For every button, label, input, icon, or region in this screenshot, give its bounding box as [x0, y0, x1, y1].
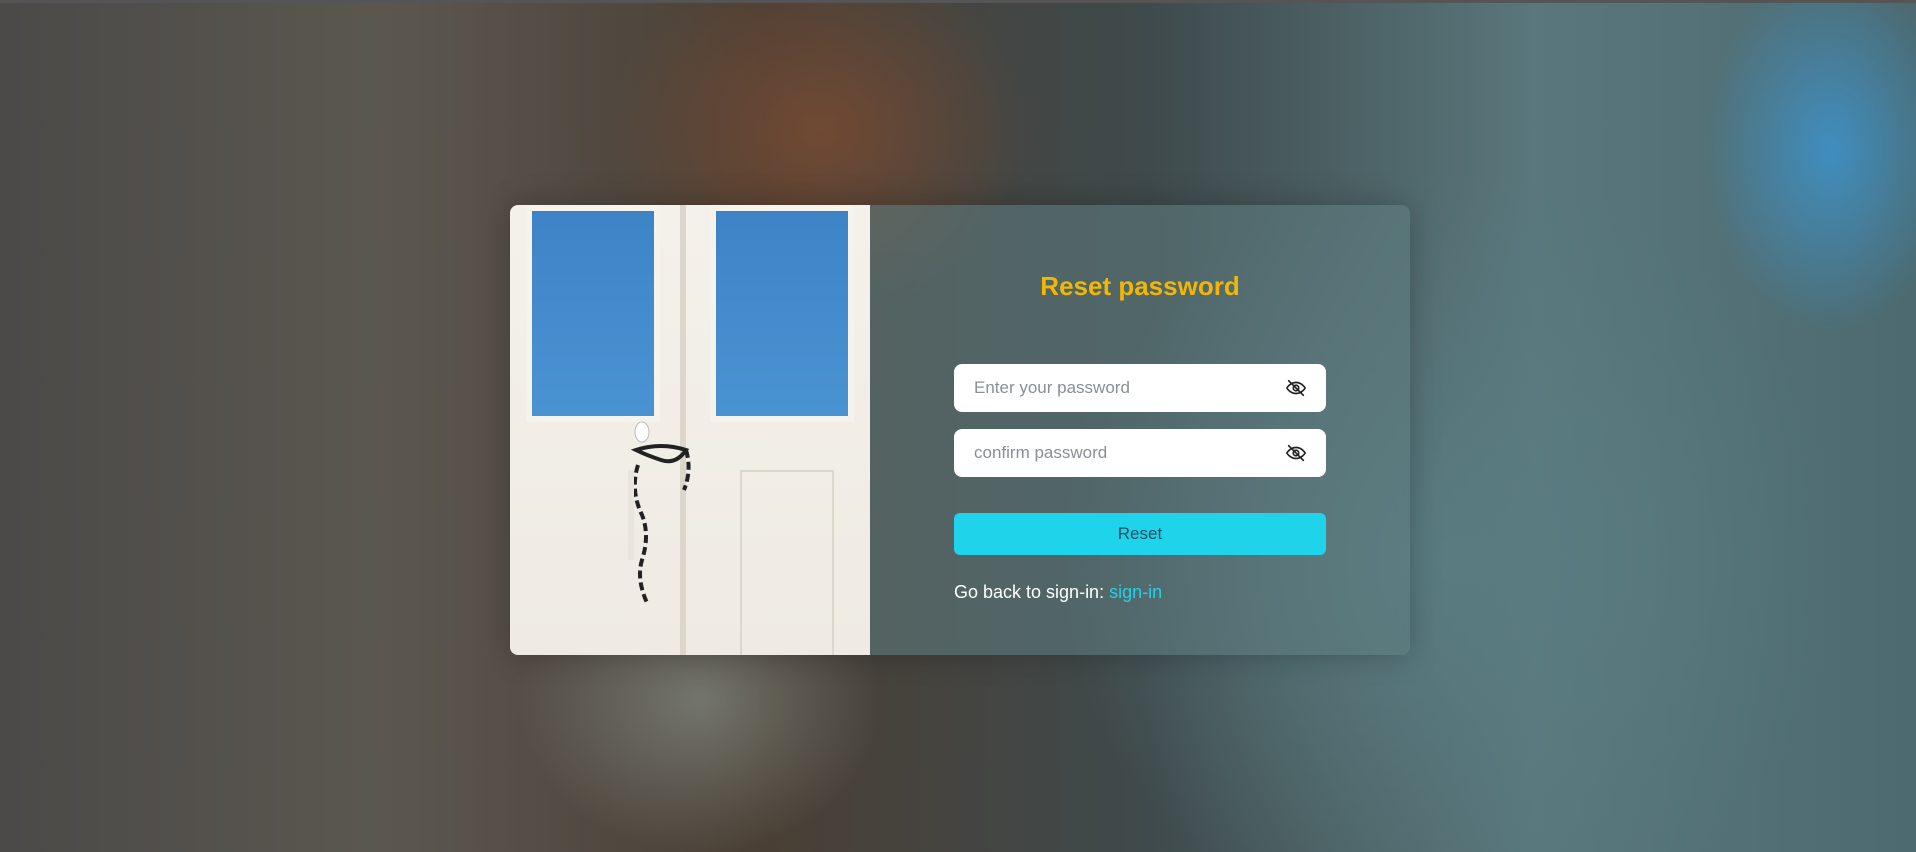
form-title: Reset password — [1040, 271, 1240, 301]
chain-lock-icon — [628, 421, 691, 606]
confirm-password-input[interactable] — [972, 442, 1284, 464]
password-field[interactable] — [954, 364, 1326, 412]
reset-password-card: Reset password Reset Go back to sign-in:… — [510, 205, 1410, 655]
back-text: Go back to sign-in: — [954, 582, 1110, 602]
reset-form: Reset password Reset Go back to sign-in:… — [870, 205, 1410, 655]
signin-link[interactable]: sign-in — [1109, 582, 1162, 602]
locked-door-image — [510, 205, 870, 655]
eye-off-icon[interactable] — [1284, 376, 1308, 400]
back-to-signin-row: Go back to sign-in: sign-in — [954, 582, 1162, 603]
door-panel — [740, 470, 834, 655]
top-border — [0, 0, 1916, 3]
eye-off-icon[interactable] — [1284, 441, 1308, 465]
door-window-right — [710, 205, 854, 422]
door-window-left — [526, 205, 660, 422]
reset-button[interactable]: Reset — [954, 513, 1326, 555]
confirm-password-field[interactable] — [954, 429, 1326, 477]
password-input[interactable] — [972, 377, 1284, 399]
